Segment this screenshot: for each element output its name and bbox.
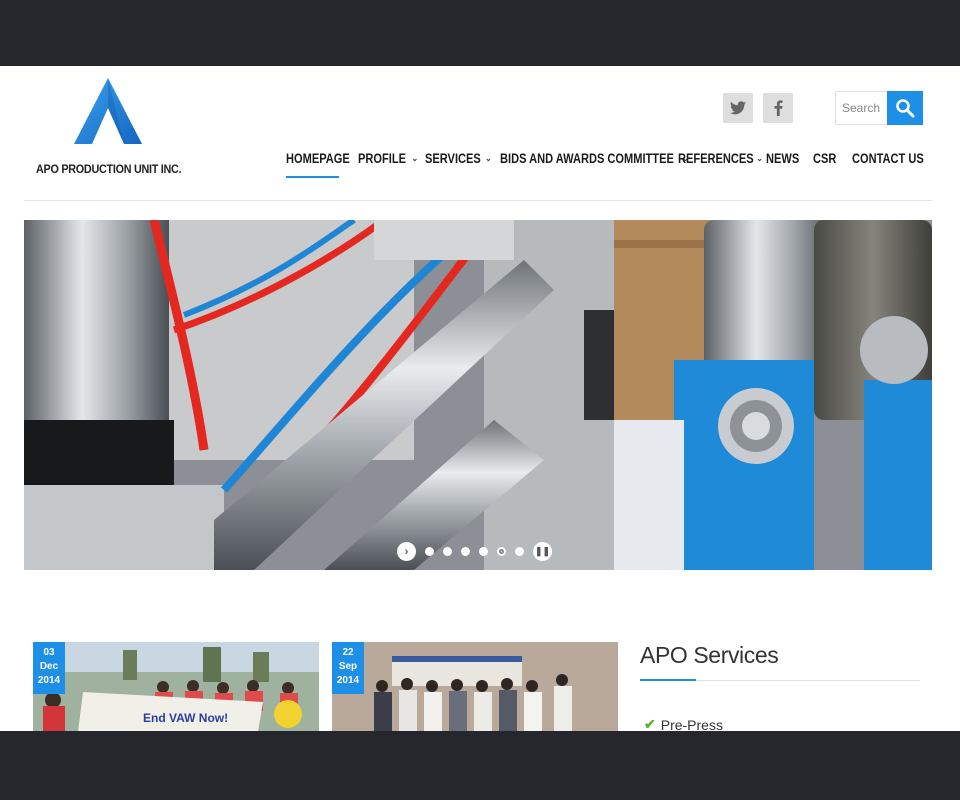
slide-image [24, 220, 932, 570]
date-month: Dec [39, 661, 59, 672]
date-badge-2: 22 Sep 2014 [332, 642, 364, 694]
service-item-pre-press[interactable]: ✔ Pre-Press [644, 716, 723, 731]
twitter-icon [730, 101, 746, 115]
facebook-button[interactable] [763, 93, 793, 123]
header-divider [24, 200, 932, 201]
news-card-2[interactable]: 22 Sep 2014 [332, 642, 618, 731]
service-label: Pre-Press [660, 716, 723, 732]
chevron-down-icon: ⌄ [485, 153, 492, 163]
date-day: 22 [342, 647, 354, 658]
slider-dot-1[interactable] [425, 547, 434, 556]
main-nav: HOMEPAGE PROFILE ⌄ SERVICES ⌄ BIDS AND AWA… [286, 148, 924, 178]
hero-slider[interactable]: › ❚❚ [24, 220, 932, 570]
services-divider-accent [640, 679, 696, 681]
check-icon: ✔ [644, 716, 656, 731]
chevron-down-icon: ⌄ [756, 153, 763, 163]
slider-dot-5[interactable] [497, 547, 506, 556]
facebook-icon [774, 100, 782, 116]
date-day: 03 [43, 647, 55, 658]
news-image-2 [332, 642, 618, 731]
search-input[interactable] [835, 91, 889, 125]
news-card-1[interactable]: End VAW Now! 03 Dec 2014 [33, 642, 319, 731]
nav-item-csr[interactable]: CSR [813, 148, 852, 168]
nav-item-contact-us[interactable]: CONTACT US [852, 148, 924, 168]
search-button[interactable] [887, 91, 923, 125]
slider-dot-4[interactable] [479, 547, 488, 556]
pause-icon: ❚❚ [534, 546, 551, 556]
nav-item-services[interactable]: SERVICES ⌄ [425, 148, 500, 168]
slider-controls: › ❚❚ [397, 542, 552, 561]
news-image-1: End VAW Now! [33, 642, 319, 731]
svg-text:End VAW Now!: End VAW Now! [143, 711, 228, 725]
slider-dot-2[interactable] [443, 547, 452, 556]
nav-item-bids-and-awards[interactable]: BIDS AND AWARDS COMMITTEE ⌄ [500, 148, 689, 168]
nav-item-news[interactable]: NEWS [766, 148, 813, 168]
slider-pause-button[interactable]: ❚❚ [533, 542, 552, 561]
services-heading: APO Services [640, 642, 779, 668]
logo[interactable]: APO PRODUCTION UNIT INC. [36, 78, 186, 176]
website-frame: APO PRODUCTION UNIT INC. HOMEPAGE PROFIL… [0, 66, 960, 731]
nav-item-homepage[interactable]: HOMEPAGE [286, 148, 358, 178]
brand-name: APO PRODUCTION UNIT INC. [36, 162, 182, 176]
date-year: 2014 [37, 675, 61, 686]
slider-dot-6[interactable] [515, 547, 524, 556]
search-box [835, 91, 923, 125]
slider-dot-3[interactable] [461, 547, 470, 556]
slider-next-button[interactable]: › [397, 542, 416, 561]
chevron-down-icon: ⌄ [411, 153, 419, 163]
nav-item-references[interactable]: REFERENCES ⌄ [678, 148, 766, 168]
date-year: 2014 [336, 675, 360, 686]
nav-item-profile[interactable]: PROFILE ⌄ [358, 148, 425, 168]
date-badge-1: 03 Dec 2014 [33, 642, 65, 694]
chevron-right-icon: › [404, 545, 409, 558]
date-month: Sep [338, 661, 358, 672]
search-icon [896, 99, 915, 118]
twitter-button[interactable] [723, 93, 753, 123]
logo-mark-icon [74, 78, 142, 144]
